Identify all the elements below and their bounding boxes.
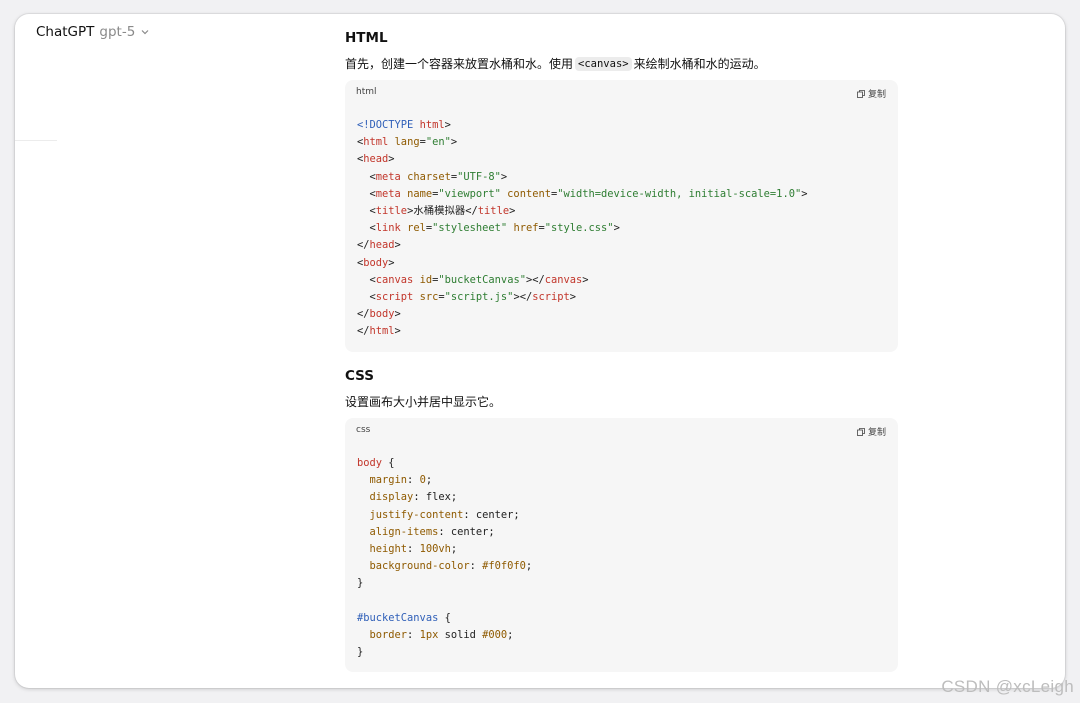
section-intro-css: 设置画布大小并居中显示它。 (345, 393, 501, 410)
intro-text: 来绘制水桶和水的运动。 (633, 57, 766, 71)
code-line: display: flex; (357, 491, 458, 504)
code-line: } (357, 577, 364, 590)
copy-button[interactable]: 复制 (857, 87, 886, 100)
code-line: border: 1px solid #000; (357, 628, 514, 641)
code-line: body { (357, 457, 395, 469)
intro-text: 首先，创建一个容器来放置水桶和水。使用 (345, 57, 574, 71)
code-line: <canvas id="bucketCanvas"></canvas> (357, 273, 589, 286)
code-line: <meta name="viewport" content="width=dev… (357, 187, 808, 200)
section-intro-html: 首先，创建一个容器来放置水桶和水。使用 <canvas> 来绘制水桶和水的运动。 (345, 55, 766, 72)
code-line: background-color: #f0f0f0; (357, 560, 533, 573)
code-line: </head> (357, 239, 401, 252)
copy-label: 复制 (867, 90, 886, 100)
copy-icon (857, 427, 865, 436)
copy-button[interactable]: 复制 (857, 425, 886, 438)
code-language-label: html (356, 87, 377, 97)
intro-text: 设置画布大小并居中显示它。 (345, 395, 502, 409)
code-text: <!DOCTYPE html> <html lang="en"> <head> <m… (357, 117, 807, 340)
inline-code: <canvas> (575, 56, 632, 71)
code-line: height: 100vh; (357, 542, 458, 555)
section-heading-css: CSS (345, 368, 374, 384)
model-name: gpt-5 (99, 24, 136, 40)
code-line: </html> (357, 325, 401, 338)
code-line: #bucketCanvas { (357, 611, 451, 624)
code-line: align-items: center; (357, 525, 495, 538)
code-line: <script src="script.js"></script> (357, 290, 577, 303)
code-line: <!DOCTYPE html> (357, 119, 451, 131)
code-line: <head> (357, 153, 395, 166)
model-picker[interactable]: ChatGPT gpt-5 (36, 22, 150, 42)
code-line: justify-content: center; (357, 508, 520, 521)
code-block-html: html 复制 <!DOCTYPE html> <html lang="en"> <… (345, 80, 898, 352)
section-heading-html: HTML (345, 30, 388, 46)
chevron-down-icon (141, 30, 149, 35)
code-line: </body> (357, 308, 401, 321)
watermark: CSDN @xcLeigh (941, 677, 1074, 696)
copy-label: 复制 (867, 428, 886, 438)
code-line: <link rel="stylesheet" href="style.css"> (357, 222, 620, 235)
copy-icon (857, 89, 865, 98)
chat-window: ChatGPT gpt-5 HTML 首先，创建一个容器来放置水桶和水。使用 <… (15, 14, 1065, 688)
code-text: body { margin: 0; display: flex; justify… (357, 455, 532, 661)
code-line: <body> (357, 256, 395, 269)
code-line: } (357, 646, 364, 659)
code-language-label: css (356, 425, 371, 435)
code-line: <meta charset="UTF-8"> (357, 170, 508, 183)
code-line: <title>水桶模拟器</title> (357, 204, 516, 217)
sidebar-divider (15, 140, 57, 141)
code-line: margin: 0; (357, 474, 433, 487)
app-name: ChatGPT (36, 24, 95, 40)
code-block-css: css 复制 body { margin: 0; display: flex; … (345, 418, 898, 672)
code-line: <html lang="en"> (357, 136, 458, 149)
